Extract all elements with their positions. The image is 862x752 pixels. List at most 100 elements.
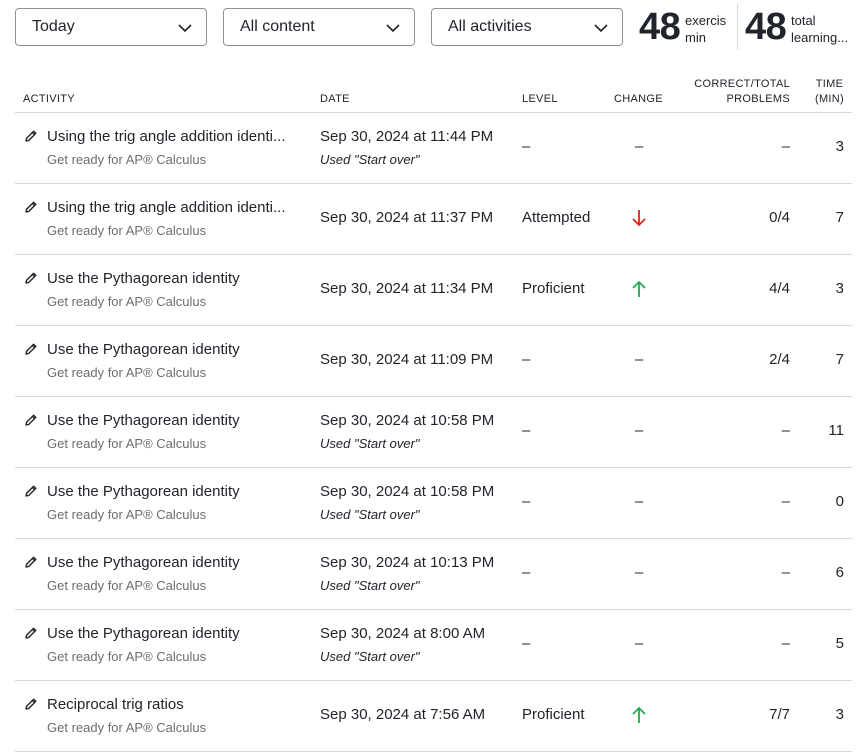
change-column-header: CHANGE [614,93,663,105]
time-minutes-value: 7 [835,209,844,226]
activity-level: – [522,422,531,439]
activity-title-link[interactable]: Reciprocal trig ratios [47,696,305,713]
activity-note: Used "Start over" [320,649,420,664]
activity-course: Get ready for AP® Calculus [47,649,207,664]
time-column-header: TIME (MIN) [815,77,844,107]
correct-total-value: 0/4 [769,209,790,226]
date-filter-value: Today [32,18,75,35]
arrow-up-icon [629,279,649,299]
content-filter-select[interactable]: All content [223,8,415,46]
arrow-up-icon [629,705,649,725]
activity-note: Used "Start over" [320,507,420,522]
activity-course: Get ready for AP® Calculus [47,578,207,593]
time-minutes-value: 3 [835,280,844,297]
activity-date: Sep 30, 2024 at 11:09 PM [320,351,494,368]
table-row[interactable]: Use the Pythagorean identity Get ready fo… [15,397,852,468]
pencil-icon [24,697,38,711]
activity-column-header: ACTIVITY [23,93,75,105]
pencil-icon [24,484,38,498]
activity-date: Sep 30, 2024 at 11:44 PM [320,128,494,145]
time-header-line1: TIME [815,78,844,90]
activity-course: Get ready for AP® Calculus [47,507,207,522]
activity-title-link[interactable]: Using the trig angle addition identi... [47,128,305,145]
activity-course: Get ready for AP® Calculus [47,223,207,238]
total-label-line1: total [791,13,816,28]
activity-title-link[interactable]: Using the trig angle addition identi... [47,199,305,216]
exercise-label-line1: exercis [685,13,727,28]
activity-course: Get ready for AP® Calculus [47,436,207,451]
activity-course: Get ready for AP® Calculus [47,152,207,167]
table-row[interactable]: Use the Pythagorean identity Get ready fo… [15,468,852,539]
activity-date: Sep 30, 2024 at 10:58 PM [320,483,495,500]
activity-title-link[interactable]: Use the Pythagorean identity [47,412,305,429]
activity-date: Sep 30, 2024 at 11:34 PM [320,280,494,297]
table-row[interactable]: Use the Pythagorean identity Get ready fo… [15,255,852,326]
problems-column-header: CORRECT/TOTAL PROBLEMS [694,77,790,107]
chevron-down-icon [178,24,192,33]
time-minutes-value: 3 [835,138,844,155]
activity-date: Sep 30, 2024 at 8:00 AM [320,625,486,642]
pencil-icon [24,200,38,214]
correct-total-value: 4/4 [769,280,790,297]
change-value: – [634,422,644,439]
activity-course: Get ready for AP® Calculus [47,294,207,309]
activity-level: – [522,564,531,581]
time-minutes-value: 0 [835,493,844,510]
activity-note: Used "Start over" [320,436,420,451]
problems-header-line2: PROBLEMS [726,93,790,105]
activity-title-link[interactable]: Use the Pythagorean identity [47,270,305,287]
activity-date: Sep 30, 2024 at 10:13 PM [320,554,495,571]
time-minutes-value: 3 [835,706,844,723]
exercise-minutes-stat: 48 exercis min [639,6,735,48]
time-minutes-value: 5 [835,635,844,652]
total-learning-stat: 48 total learning... [745,6,857,48]
pencil-icon [24,271,38,285]
correct-total-value: – [781,422,790,439]
chevron-down-icon [386,24,400,33]
change-value: – [634,564,644,581]
chevron-down-icon [594,24,608,33]
total-label-line2: learning... [791,30,849,45]
correct-total-value: – [781,138,790,155]
activity-title-link[interactable]: Use the Pythagorean identity [47,483,305,500]
date-column-header: DATE [320,93,350,105]
activity-course: Get ready for AP® Calculus [47,365,207,380]
arrow-down-icon [629,208,649,228]
time-minutes-value: 6 [835,564,844,581]
pencil-icon [24,413,38,427]
content-filter-value: All content [240,18,315,35]
activity-level: Attempted [522,209,591,226]
activity-title-link[interactable]: Use the Pythagorean identity [47,625,305,642]
correct-total-value: 7/7 [769,706,790,723]
activity-level: Proficient [522,706,585,723]
activity-level: – [522,493,531,510]
table-row[interactable]: Use the Pythagorean identity Get ready fo… [15,610,852,681]
table-row[interactable]: Use the Pythagorean identity Get ready fo… [15,326,852,397]
activity-title-link[interactable]: Use the Pythagorean identity [47,554,305,571]
time-minutes-value: 7 [835,351,844,368]
table-row[interactable]: Reciprocal trig ratios Get ready for AP® … [15,681,852,752]
activity-course: Get ready for AP® Calculus [47,720,207,735]
activity-title-link[interactable]: Use the Pythagorean identity [47,341,305,358]
activity-filter-value: All activities [448,18,532,35]
table-row[interactable]: Use the Pythagorean identity Get ready fo… [15,539,852,610]
table-header: ACTIVITY DATE LEVEL CHANGE CORRECT/TOTAL… [15,70,852,113]
pencil-icon [24,129,38,143]
activity-level: – [522,351,531,368]
pencil-icon [24,555,38,569]
exercise-label-line2: min [685,30,706,45]
correct-total-value: – [781,493,790,510]
activity-level: – [522,635,531,652]
time-minutes-value: 11 [828,422,844,439]
exercise-minutes-label: exercis min [685,12,726,46]
activity-date: Sep 30, 2024 at 11:37 PM [320,209,494,226]
correct-total-value: – [781,635,790,652]
total-learning-label: total learning... [791,12,857,46]
activity-filter-select[interactable]: All activities [431,8,623,46]
table-row[interactable]: Using the trig angle addition identi... G… [15,113,852,184]
date-filter-select[interactable]: Today [15,8,207,46]
table-row[interactable]: Using the trig angle addition identi... G… [15,184,852,255]
activity-date: Sep 30, 2024 at 7:56 AM [320,706,486,723]
change-value: – [634,351,644,368]
change-value: – [634,138,644,155]
